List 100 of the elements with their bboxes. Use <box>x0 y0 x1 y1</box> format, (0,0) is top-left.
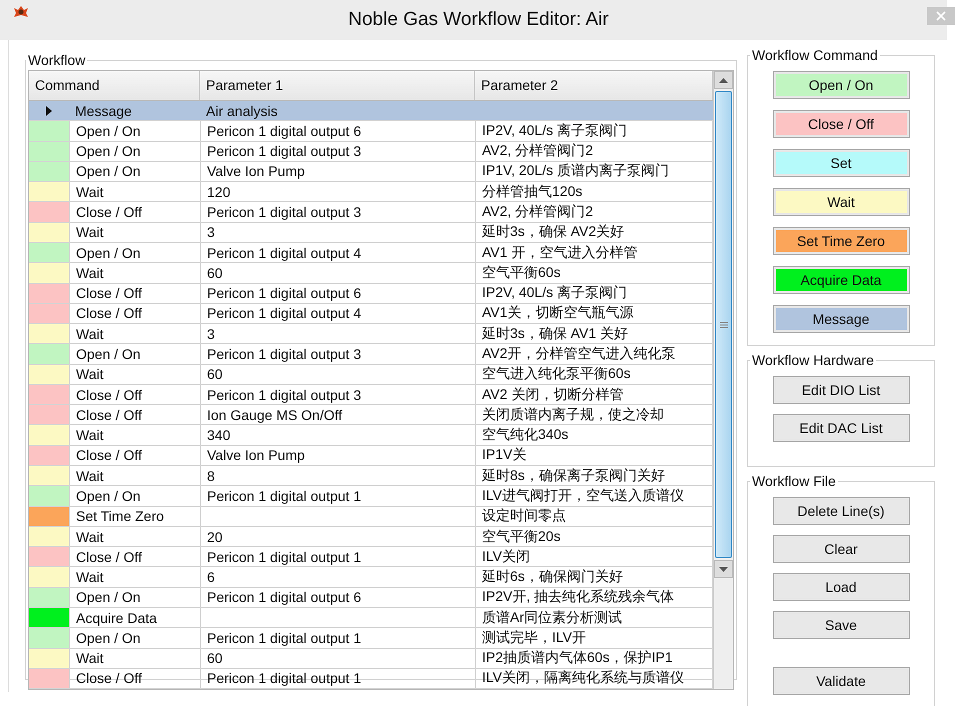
table-row[interactable]: Close / Off Pericon 1 digital output 1 ILV关闭 <box>29 547 713 568</box>
table-row[interactable]: Wait 60 空气进入纯化泵平衡60s <box>29 364 713 385</box>
table-cell: 延时3s，确保 AV1 关好 <box>482 324 628 343</box>
table-cell: AV1 开，空气进入分样管 <box>482 244 638 262</box>
table-row[interactable]: Open / On Pericon 1 digital output 4 AV1 开，空气进入分样管 <box>29 242 713 264</box>
table-cell: Close / Off <box>76 204 142 220</box>
scroll-down-button[interactable] <box>714 560 733 578</box>
table-cell: Close / Off <box>76 305 142 322</box>
table-cell: Pericon 1 digital output 1 <box>207 630 362 646</box>
table-cell: IP2V, 40L/s 离子泵阀门 <box>482 122 627 140</box>
table-cell: IP1V, 20L/s 质谱内离子泵阀门 <box>482 162 669 180</box>
command-button[interactable]: Open / On <box>772 71 910 99</box>
command-button[interactable]: Set Time Zero <box>772 227 910 255</box>
panel-title: Workflow File <box>751 473 837 489</box>
table-cell: Pericon 1 digital output 6 <box>207 589 362 606</box>
table-row[interactable]: Open / On Pericon 1 digital output 6 IP2V开, 抽去纯化系统残余气体 <box>29 588 713 608</box>
table-cell: Wait <box>76 326 104 342</box>
table-row[interactable]: Open / On Pericon 1 digital output 3 AV2开，分样管空气进入纯化泵 <box>29 344 713 365</box>
table-row[interactable]: Open / On Pericon 1 digital output 1 测试完毕，ILV开 <box>29 628 713 649</box>
command-button[interactable]: Edit DAC List <box>772 414 910 442</box>
command-button[interactable]: Load <box>772 573 910 601</box>
table-cell: Wait <box>76 427 104 444</box>
table-cell: Close / Off <box>76 285 142 302</box>
table-row[interactable]: Wait 3 延时3s，确保 AV1 关好 <box>29 324 713 344</box>
command-button[interactable]: Clear <box>772 535 910 563</box>
table-row[interactable]: Open / On Pericon 1 digital output 6 IP2V, 40L/s 离子泵阀门 <box>29 121 713 142</box>
table-cell: Valve Ion Pump <box>207 447 305 464</box>
table-cell: 质谱Ar同位素分析测试 <box>482 608 622 627</box>
command-button[interactable]: Delete Line(s) <box>772 497 910 525</box>
table-row[interactable]: Open / On Pericon 1 digital output 3 AV2, 分样管阀门2 <box>29 142 713 162</box>
close-icon <box>936 11 946 21</box>
table-row[interactable]: Close / Off Pericon 1 digital output 1 ILV关闭，隔离纯化系统与质谱仪 <box>29 668 713 690</box>
table-cell: Open / On <box>76 143 141 160</box>
table-row[interactable]: Set Time Zero 设定时间零点 <box>29 506 713 527</box>
table-row[interactable]: Close / Off Valve Ion Pump IP1V关 <box>29 446 713 466</box>
table-cell: AV2 关闭，切断分样管 <box>482 386 624 404</box>
table-cell: Pericon 1 digital output 1 <box>207 548 362 565</box>
table-cell: 3 <box>207 224 215 240</box>
table-row[interactable]: Message Air analysis <box>29 100 713 122</box>
table-row[interactable]: Acquire Data 质谱Ar同位素分析测试 <box>29 608 713 628</box>
table-cell: 设定时间零点 <box>482 507 566 526</box>
command-button[interactable]: Close / Off <box>772 110 910 138</box>
table-cell: 关闭质谱内离子规，使之冷却 <box>482 406 664 424</box>
table-cell: AV2开，分样管空气进入纯化泵 <box>482 344 676 363</box>
command-button[interactable]: Validate <box>772 667 910 695</box>
command-button[interactable]: Message <box>772 305 910 333</box>
table-row[interactable]: Close / Off Pericon 1 digital output 4 AV1关，切断空气瓶气源 <box>29 304 713 324</box>
table-cell: 3 <box>207 326 215 342</box>
table-cell: Open / On <box>76 589 141 606</box>
column-header[interactable]: Parameter 1 <box>200 71 475 100</box>
table-row[interactable]: Wait 60 IP2抽质谱内气体60s，保护IP1 <box>29 648 713 669</box>
command-button[interactable]: Save <box>772 611 910 639</box>
table-cell: Wait <box>76 224 104 240</box>
table-row[interactable]: Close / Off Pericon 1 digital output 3 AV2, 分样管阀门2 <box>29 202 713 223</box>
table-row[interactable]: Open / On Valve Ion Pump IP1V, 20L/s 质谱内离子泵阀门 <box>29 162 713 182</box>
table-row[interactable]: Wait 60 空气平衡60s <box>29 263 713 284</box>
table-cell: IP2V开, 抽去纯化系统残余气体 <box>482 588 674 606</box>
table-cell: Air analysis <box>206 102 278 119</box>
table-cell: Wait <box>76 468 104 484</box>
table-row[interactable]: Close / Off Pericon 1 digital output 6 IP2V, 40L/s 离子泵阀门 <box>29 284 713 304</box>
command-button[interactable]: Set <box>772 149 910 177</box>
table-cell: Pericon 1 digital output 3 <box>207 386 362 403</box>
panel-title: Workflow Command <box>751 47 879 63</box>
table-row[interactable]: Wait 3 延时3s，确保 AV2关好 <box>29 222 713 243</box>
command-button[interactable]: Wait <box>772 188 910 216</box>
command-button[interactable]: Edit DIO List <box>772 376 910 404</box>
table-row[interactable]: Wait 20 空气平衡20s <box>29 526 713 548</box>
scroll-up-button[interactable] <box>714 71 733 89</box>
up-arrow-icon <box>719 78 728 82</box>
table-cell: 分样管抽气120s <box>482 182 582 201</box>
table-row[interactable]: Wait 6 延时6s，确保阀门关好 <box>29 567 713 588</box>
column-header[interactable]: Command <box>29 71 200 100</box>
table-cell: 空气纯化340s <box>482 426 568 444</box>
table-cell: 8 <box>207 468 215 484</box>
table-row[interactable]: Wait 340 空气纯化340s <box>29 425 713 446</box>
table-row[interactable]: Close / Off Pericon 1 digital output 3 AV2 关闭，切断分样管 <box>29 384 713 406</box>
table-cell: Pericon 1 digital output 1 <box>207 488 362 504</box>
row-pointer-icon <box>46 106 52 116</box>
table-cell: ILV关闭 <box>482 548 530 566</box>
table-row[interactable]: Wait 120 分样管抽气120s <box>29 182 713 202</box>
panel-title: Workflow Hardware <box>751 352 875 368</box>
table-cell: Open / On <box>76 122 141 139</box>
table-row[interactable]: Close / Off Ion Gauge MS On/Off 关闭质谱内离子规，使之冷却 <box>29 405 713 426</box>
table-cell: Pericon 1 digital output 3 <box>207 204 362 220</box>
table-row[interactable]: Wait 8 延时8s，确保离子泵阀门关好 <box>29 466 713 486</box>
scrollbar[interactable] <box>713 71 733 689</box>
table-row[interactable]: Open / On Pericon 1 digital output 1 ILV进气阀打开，空气送入质谱仪 <box>29 486 713 507</box>
table-cell: Open / On <box>76 244 141 261</box>
table-cell: Pericon 1 digital output 6 <box>207 122 362 139</box>
table-cell: AV2, 分样管阀门2 <box>482 142 593 160</box>
close-button[interactable] <box>927 7 955 25</box>
scroll-thumb[interactable] <box>715 91 732 558</box>
table-cell: IP2V, 40L/s 离子泵阀门 <box>482 284 627 302</box>
table-cell: 120 <box>207 184 230 200</box>
command-button[interactable]: Acquire Data <box>772 266 910 294</box>
table-cell: Open / On <box>76 163 141 180</box>
window-title: Noble Gas Workflow Editor: Air <box>348 9 610 31</box>
table-cell: 延时3s，确保 AV2关好 <box>482 223 624 242</box>
table-cell: Pericon 1 digital output 3 <box>207 143 362 160</box>
table-cell: ILV关闭，隔离纯化系统与质谱仪 <box>482 669 684 688</box>
